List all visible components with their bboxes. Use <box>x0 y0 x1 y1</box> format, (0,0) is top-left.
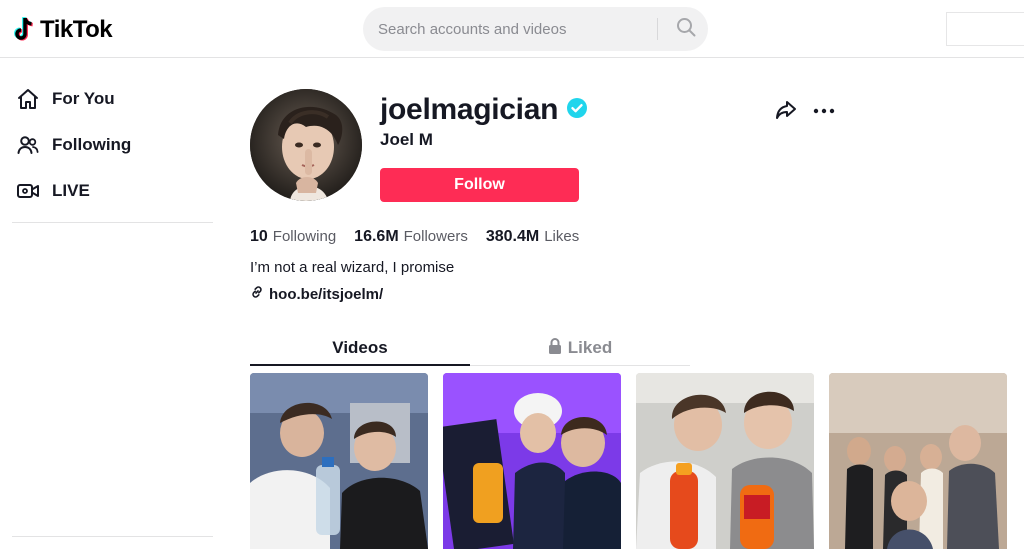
stat-label: Followers <box>403 228 468 245</box>
display-name: Joel M <box>380 130 433 149</box>
search-input[interactable] <box>378 7 648 51</box>
video-thumbnail[interactable] <box>636 373 814 549</box>
profile-bio: I’m not a real wizard, I promise <box>250 259 455 276</box>
sidebar-item-for-you[interactable]: For You <box>16 84 115 114</box>
tab-label: Videos <box>332 338 388 357</box>
tab-liked[interactable]: Liked <box>470 330 690 366</box>
video-thumbnail[interactable] <box>443 373 621 549</box>
stat-label: Likes <box>544 228 580 245</box>
follow-button[interactable]: Follow <box>380 168 579 202</box>
header-actions-area <box>946 12 1024 46</box>
users-icon <box>16 133 40 157</box>
stat-followers[interactable]: 16.6M Followers <box>354 228 468 246</box>
sidebar-divider <box>12 222 213 223</box>
search-divider <box>657 18 658 40</box>
tiktok-logo[interactable]: TikTok <box>12 14 113 46</box>
sidebar-item-live[interactable]: LIVE <box>16 176 90 206</box>
share-button[interactable] <box>773 98 799 124</box>
more-dots-icon <box>812 102 836 120</box>
top-header: TikTok <box>0 0 1024 58</box>
video-thumbnail[interactable] <box>829 373 1007 549</box>
video-thumbnail[interactable] <box>250 373 428 549</box>
lock-icon <box>548 337 562 359</box>
live-video-icon <box>16 179 40 203</box>
username-row: joelmagician <box>380 90 588 130</box>
stat-following[interactable]: 10 Following <box>250 228 336 246</box>
logo-text: TikTok <box>40 16 113 43</box>
stat-likes: 380.4M Likes <box>486 228 579 246</box>
tab-videos[interactable]: Videos <box>250 330 470 366</box>
stat-value: 10 <box>250 228 268 245</box>
sidebar-item-label: For You <box>52 89 115 108</box>
sidebar-item-following[interactable]: Following <box>16 130 131 160</box>
share-icon <box>774 97 798 126</box>
profile-stats: 10 Following 16.6M Followers 380.4M Like… <box>250 227 597 247</box>
search-button[interactable] <box>663 7 708 51</box>
username: joelmagician <box>380 93 559 126</box>
home-icon <box>16 87 40 111</box>
search-icon <box>676 17 696 42</box>
more-options-button[interactable] <box>810 98 838 124</box>
stat-label: Following <box>272 228 337 245</box>
avatar[interactable] <box>250 89 362 201</box>
stat-value: 16.6M <box>354 228 399 245</box>
tab-label: Liked <box>567 338 613 357</box>
sidebar-item-label: Following <box>52 135 132 154</box>
active-tab-indicator <box>250 364 470 366</box>
sidebar-item-label: LIVE <box>52 181 90 200</box>
link-icon <box>250 285 264 304</box>
sidebar: For You Following LIVE <box>0 59 230 549</box>
link-text: hoo.be/itsjoelm/ <box>269 286 384 303</box>
stat-value: 380.4M <box>485 228 540 245</box>
tiktok-note-icon <box>12 16 36 44</box>
profile-tabs: Videos Liked <box>250 330 690 366</box>
profile-link[interactable]: hoo.be/itsjoelm/ <box>250 285 383 304</box>
verified-badge-icon <box>566 97 588 124</box>
search-bar <box>363 7 708 51</box>
sidebar-divider-bottom <box>12 536 213 537</box>
